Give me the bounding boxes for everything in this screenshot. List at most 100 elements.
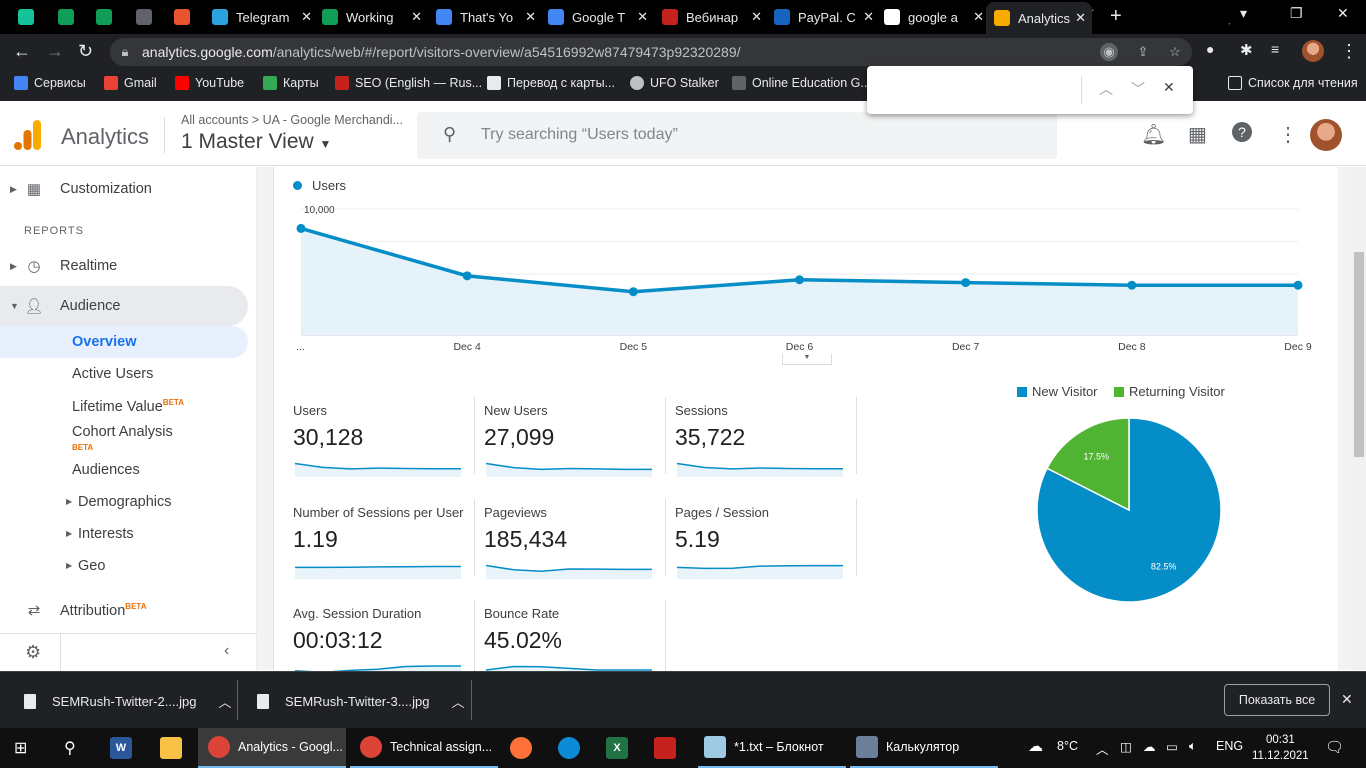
sidebar-item-interests[interactable]: ▶ Interests: [0, 518, 248, 550]
battery-icon[interactable]: ▭: [1166, 739, 1178, 754]
taskbar-notepad[interactable]: *1.txt – Блокнот: [698, 728, 846, 768]
browser-tab[interactable]: Working ✕: [322, 4, 428, 30]
system-clock[interactable]: 00:31 11.12.2021: [1252, 732, 1309, 764]
onedrive-icon[interactable]: ☁: [1143, 739, 1156, 754]
restore-button[interactable]: ❐: [1290, 5, 1303, 22]
weather-cloud-icon[interactable]: ☁: [1028, 737, 1043, 755]
browser-tab[interactable]: [18, 4, 42, 30]
tab-close-icon[interactable]: ✕: [411, 9, 422, 25]
extension-icon[interactable]: ●: [1206, 41, 1214, 57]
sidebar-item-customization[interactable]: ▶ ▦ Customization: [0, 169, 248, 209]
back-button[interactable]: ←: [13, 41, 31, 62]
address-bar[interactable]: 🔒︎ analytics.google.com/analytics/web/#/…: [110, 38, 1192, 66]
browser-tab[interactable]: Вебинар ✕: [662, 4, 768, 30]
tab-close-icon[interactable]: ✕: [1075, 10, 1086, 26]
sidebar-item-lifetime-value[interactable]: Lifetime ValueBETA: [0, 390, 248, 422]
browser-tab[interactable]: Google T ✕: [548, 4, 654, 30]
browser-tab[interactable]: [58, 4, 82, 30]
users-line-chart[interactable]: 10,0005,000...Dec 4Dec 5Dec 6Dec 7Dec 8D…: [274, 197, 1324, 367]
browser-tab[interactable]: That's Yo ✕: [436, 4, 542, 30]
notifications-bell-icon[interactable]: 🔔︎: [1141, 122, 1166, 147]
sidebar-item-geo[interactable]: ▶ Geo: [0, 550, 248, 582]
data-point[interactable]: [1293, 280, 1303, 290]
tab-close-icon[interactable]: ✕: [863, 9, 874, 25]
bookmark-translate[interactable]: Перевод с карты...: [487, 76, 615, 90]
visitor-type-pie-chart[interactable]: 82.5% 17.5%: [1034, 415, 1224, 605]
close-window-button[interactable]: ✕: [1337, 5, 1349, 22]
find-prev-icon[interactable]: ︿: [1099, 79, 1113, 99]
bookmark-star-icon[interactable]: ☆: [1166, 43, 1184, 61]
menu-icon[interactable]: ⋮: [1340, 41, 1358, 62]
bookmark-ufo[interactable]: UFO Stalker: [630, 76, 719, 90]
data-point[interactable]: [1127, 280, 1137, 290]
browser-tab[interactable]: [136, 4, 160, 30]
metric-card[interactable]: Pageviews 185,434: [484, 505, 664, 579]
volume-icon[interactable]: 🔈︎: [1189, 739, 1197, 754]
lens-icon[interactable]: ◉: [1100, 43, 1118, 61]
reading-list-icon[interactable]: ≡: [1271, 41, 1279, 57]
tab-close-icon[interactable]: ✕: [301, 9, 312, 25]
analytics-logo-icon[interactable]: [14, 120, 42, 150]
data-point[interactable]: [961, 278, 971, 288]
windows-start-icon[interactable]: ⊞: [14, 728, 27, 768]
sidebar-item-realtime[interactable]: ▶ ◷ Realtime: [0, 246, 248, 286]
tray-expand-icon[interactable]: ︿: [1096, 739, 1109, 758]
browser-tab[interactable]: Analytics ✕: [986, 2, 1092, 34]
sidebar-item-cohort-analysis[interactable]: Cohort Analysis BETA: [0, 422, 248, 458]
browser-tab[interactable]: [174, 4, 198, 30]
metric-card[interactable]: Bounce Rate 45.02%: [484, 606, 664, 680]
close-downloads-icon[interactable]: ✕: [1341, 691, 1353, 708]
bookmark-youtube[interactable]: YouTube: [175, 76, 244, 90]
tab-close-icon[interactable]: ✕: [637, 9, 648, 25]
more-vert-icon[interactable]: ⋮: [1278, 122, 1298, 147]
profile-avatar[interactable]: [1302, 40, 1324, 62]
word-app[interactable]: W: [110, 728, 140, 768]
browser-tab[interactable]: Telegram ✕: [212, 4, 318, 30]
metric-card[interactable]: Avg. Session Duration 00:03:12: [293, 606, 473, 680]
sidebar-item-active-users[interactable]: Active Users: [0, 358, 248, 390]
view-selector[interactable]: 1 Master View ▼: [181, 130, 331, 154]
tab-close-icon[interactable]: ✕: [751, 9, 762, 25]
metric-card[interactable]: Sessions 35,722: [675, 403, 855, 477]
tool-app[interactable]: [654, 728, 684, 768]
sidebar-item-overview[interactable]: Overview: [0, 326, 248, 358]
apps-grid-icon[interactable]: ▦: [1188, 122, 1207, 147]
taskbar-calculator[interactable]: Калькулятор: [850, 728, 998, 768]
new-tab-button[interactable]: +: [1110, 5, 1122, 28]
metric-card[interactable]: New Users 27,099: [484, 403, 664, 477]
bookmark-seo[interactable]: SEO (English — Rus...: [335, 76, 482, 90]
minimize-button[interactable]: ▾: [1240, 5, 1247, 22]
chevron-up-icon[interactable]: ︿: [452, 692, 465, 711]
metric-card[interactable]: Pages / Session 5.19: [675, 505, 855, 579]
data-point[interactable]: [628, 287, 638, 297]
show-all-downloads-button[interactable]: Показать все: [1224, 684, 1330, 716]
lock-icon[interactable]: 🔒︎: [116, 43, 134, 61]
collapse-sidebar-icon[interactable]: ‹: [224, 642, 229, 660]
settings-gear-icon[interactable]: ⚙: [25, 642, 41, 663]
forward-button[interactable]: →: [46, 41, 64, 62]
tab-close-icon[interactable]: ✕: [973, 9, 984, 25]
chevron-up-icon[interactable]: ︿: [219, 692, 232, 711]
page-scrollbar[interactable]: [1352, 167, 1366, 670]
taskbar-chrome-analytics[interactable]: Analytics - Googl...: [198, 728, 346, 768]
tab-close-icon[interactable]: ✕: [525, 9, 536, 25]
metric-card[interactable]: Users 30,128: [293, 403, 473, 477]
excel-app[interactable]: X: [606, 728, 636, 768]
find-next-icon[interactable]: ﹀: [1131, 79, 1145, 99]
bookmark-maps[interactable]: Карты: [263, 76, 319, 90]
bookmark-gmail[interactable]: Gmail: [104, 76, 157, 90]
share-icon[interactable]: ⇪: [1134, 43, 1152, 61]
find-input[interactable]: [879, 76, 1075, 104]
sidebar-item-demographics[interactable]: ▶ Demographics: [0, 486, 248, 518]
data-point[interactable]: [795, 275, 804, 285]
reload-button[interactable]: ↻: [78, 41, 93, 62]
edge-app[interactable]: [558, 728, 588, 768]
search-box[interactable]: ⚲ Try searching “Users today”: [417, 112, 1057, 159]
user-avatar[interactable]: [1310, 119, 1342, 151]
sidebar-item-audiences[interactable]: Audiences: [0, 454, 248, 486]
download-item[interactable]: SEMRush-Twitter-3....jpg ︿: [257, 692, 465, 711]
sidebar-item-audience[interactable]: ▼ 👤︎ Audience: [0, 286, 248, 326]
firefox-app[interactable]: [510, 728, 540, 768]
find-close-icon[interactable]: ✕: [1163, 79, 1175, 96]
account-breadcrumb[interactable]: All accounts > UA - Google Merchandi...: [181, 113, 403, 127]
